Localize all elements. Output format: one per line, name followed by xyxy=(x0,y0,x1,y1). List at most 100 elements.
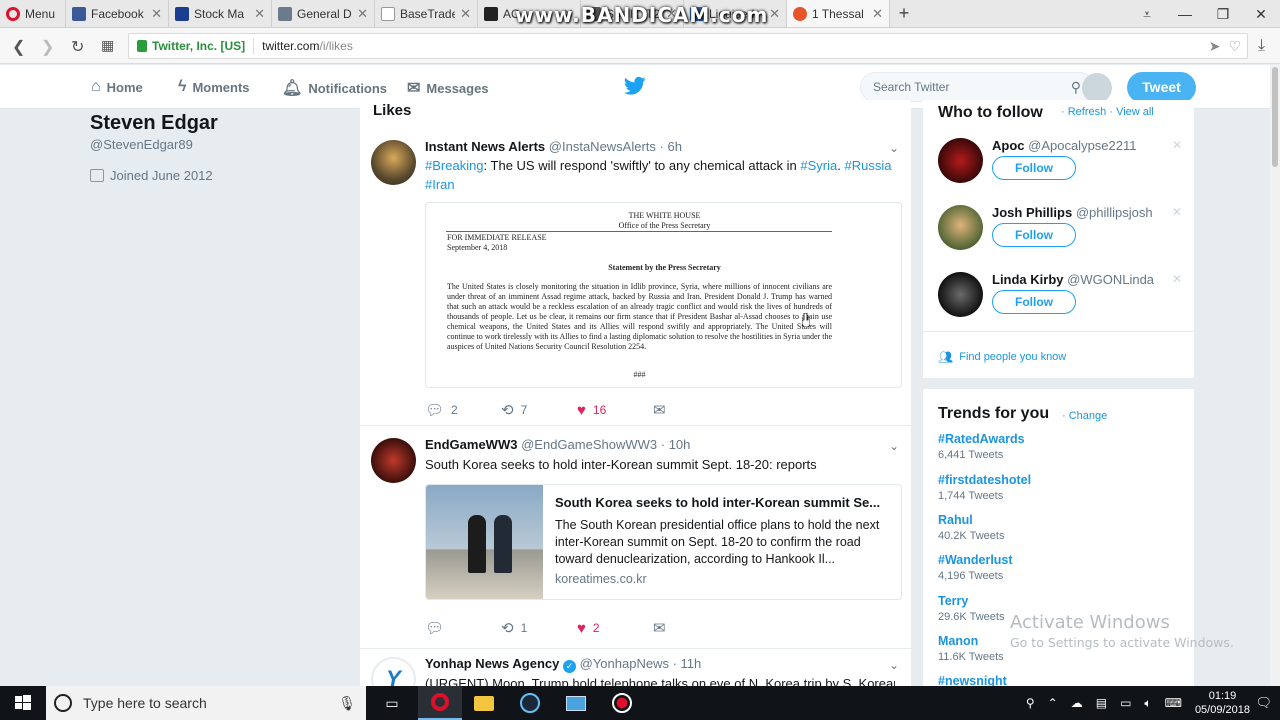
close-icon[interactable]: ✕ xyxy=(872,6,883,22)
close-icon[interactable]: ✕ xyxy=(151,6,162,22)
trends-title: Trends for you xyxy=(938,405,1050,422)
chevron-up-icon[interactable]: ⌃ xyxy=(1048,696,1058,710)
trend-item[interactable]: #firstdateshotel 1,744 Tweets xyxy=(938,473,1031,502)
download-icon[interactable]: ⤓ xyxy=(1258,37,1265,55)
follow-button[interactable]: Follow xyxy=(992,290,1076,314)
steam-icon[interactable] xyxy=(508,686,552,720)
avatar[interactable] xyxy=(938,272,983,317)
retweet-button[interactable]: ⟲ 7 xyxy=(501,401,577,419)
press-statement-image[interactable]: THE WHITE HOUSE Office of the Press Secr… xyxy=(425,202,902,388)
tweet-button[interactable]: Tweet xyxy=(1127,72,1196,103)
file-explorer-icon[interactable] xyxy=(462,686,506,720)
tweet-header: Yonhap News Agency ✓ @YonhapNews · 11h xyxy=(425,656,702,673)
close-icon[interactable]: ✕ xyxy=(769,6,780,22)
browser-tab-7[interactable]: 1 Thessal ✕ xyxy=(787,0,890,27)
follow-button[interactable]: Follow xyxy=(992,223,1076,247)
dismiss-icon[interactable]: ✕ xyxy=(1172,138,1182,152)
trend-item[interactable]: #Wanderlust 4,196 Tweets xyxy=(938,553,1013,582)
dismiss-icon[interactable]: ✕ xyxy=(1172,205,1182,219)
browser-menu-button[interactable]: Menu xyxy=(0,0,66,27)
view-all-link[interactable]: · View all xyxy=(1109,106,1153,118)
tab-menu-icon[interactable]: ⩡ xyxy=(1128,0,1166,27)
speed-dial-icon[interactable]: ▦ xyxy=(101,37,114,54)
task-view-icon[interactable]: ▭ xyxy=(370,686,414,720)
chevron-down-icon[interactable]: ⌄ xyxy=(889,141,899,155)
reply-button[interactable]: 💬︎ 2 xyxy=(425,401,501,419)
opera-logo-icon xyxy=(6,6,20,21)
dismiss-icon[interactable]: ✕ xyxy=(1172,272,1182,286)
tweet-text: #Breaking: The US will respond 'swiftly'… xyxy=(425,158,892,192)
page-scrollbar[interactable] xyxy=(1270,65,1280,686)
trend-item[interactable]: #RatedAwards 6,441 Tweets xyxy=(938,432,1025,461)
browser-tab-1[interactable]: Stock Ma ✕ xyxy=(169,0,272,27)
keyboard-icon[interactable]: ⌨ xyxy=(1165,696,1182,710)
trend-item[interactable]: Manon 11.6K Tweets xyxy=(938,634,1004,663)
retweet-icon: ⟲ xyxy=(501,620,514,637)
close-icon[interactable]: ✕ xyxy=(254,6,265,22)
profile-handle[interactable]: @StevenEdgar89 xyxy=(90,137,193,152)
find-people-link[interactable]: 👥︎ Find people you know xyxy=(938,350,1066,364)
photos-icon[interactable] xyxy=(554,686,598,720)
avatar[interactable] xyxy=(371,438,416,483)
browser-tab-3[interactable]: BaseTrade ✕ xyxy=(375,0,478,27)
tweet[interactable]: Instant News Alerts @InstaNewsAlerts · 6… xyxy=(360,130,911,426)
trend-item[interactable]: Terry 29.6K Tweets xyxy=(938,594,1004,623)
like-button[interactable]: ♥ 2 xyxy=(577,620,653,637)
taskbar-search-input[interactable]: Type here to search 🎙︎ xyxy=(46,686,366,720)
volume-icon[interactable]: 🔈︎ xyxy=(1144,696,1151,711)
page-favicon-icon xyxy=(793,6,807,21)
verified-badge-icon: ✓ xyxy=(563,660,576,673)
retweet-button[interactable]: ⟲ 1 xyxy=(501,619,577,637)
reload-icon[interactable]: ↻ xyxy=(71,37,84,57)
profile-name[interactable]: Steven Edgar xyxy=(90,112,218,135)
battery-icon[interactable]: ▭ xyxy=(1120,696,1131,710)
opera-taskbar-icon[interactable] xyxy=(418,686,462,720)
nav-moments[interactable]: ϟ Moments xyxy=(178,78,250,96)
system-tray: ⚲ ⌃ ☁ ▤ ▭ 🔈︎ ⌨ 01:19 05/09/2018 xyxy=(1026,686,1250,720)
microphone-icon[interactable]: 🎙︎ xyxy=(338,695,356,712)
dm-button[interactable]: ✉ xyxy=(653,619,729,637)
people-icon[interactable]: ⚲ xyxy=(1026,696,1035,710)
search-icon[interactable]: ⚲ xyxy=(1071,79,1081,96)
new-tab-button[interactable]: + xyxy=(890,0,918,27)
back-icon[interactable]: ❮ xyxy=(12,37,25,57)
search-input[interactable]: Search Twitter ⚲ xyxy=(860,72,1094,102)
reply-button[interactable]: 💬︎ xyxy=(425,619,501,637)
twitter-bird-icon[interactable] xyxy=(624,76,646,96)
close-window-icon[interactable]: ✕ xyxy=(1242,0,1280,27)
notifications-icon[interactable]: 🗨︎ xyxy=(1255,695,1272,711)
refresh-link[interactable]: · Refresh xyxy=(1061,106,1106,118)
send-icon[interactable]: ➤ xyxy=(1209,38,1221,55)
browser-tab-2[interactable]: General D ✕ xyxy=(272,0,375,27)
trends-change-link[interactable]: · Change xyxy=(1062,410,1107,422)
forward-icon[interactable]: ❯ xyxy=(41,37,54,57)
browser-tab-0[interactable]: Facebook ✕ xyxy=(66,0,169,27)
trend-item[interactable]: Rahul 40.2K Tweets xyxy=(938,513,1004,542)
avatar[interactable] xyxy=(371,140,416,185)
avatar[interactable] xyxy=(938,138,983,183)
avatar[interactable] xyxy=(1082,73,1112,103)
like-button[interactable]: ♥ 16 xyxy=(577,402,653,419)
link-card[interactable]: South Korea seeks to hold inter-Korean s… xyxy=(425,484,902,600)
scrollbar-thumb[interactable] xyxy=(1272,67,1278,167)
network-icon[interactable]: ▤ xyxy=(1096,696,1107,710)
close-icon[interactable]: ✕ xyxy=(460,6,471,22)
minimize-icon[interactable]: — xyxy=(1166,0,1204,27)
close-icon[interactable]: ✕ xyxy=(357,6,368,22)
nav-notifications[interactable]: 🔔︎ Notifications xyxy=(282,78,387,98)
windows-start-icon[interactable] xyxy=(0,686,46,720)
url-field[interactable]: Twitter, Inc. [US] twitter.com /i/likes … xyxy=(128,33,1248,59)
dm-button[interactable]: ✉ xyxy=(653,401,729,419)
avatar[interactable] xyxy=(938,205,983,250)
taskbar-clock[interactable]: 01:19 05/09/2018 xyxy=(1195,689,1250,717)
nav-messages[interactable]: ✉ Messages xyxy=(407,78,489,98)
chevron-down-icon[interactable]: ⌄ xyxy=(889,658,899,672)
chevron-down-icon[interactable]: ⌄ xyxy=(889,439,899,453)
nav-home[interactable]: ⌂ Home xyxy=(91,78,143,96)
bandicam-icon[interactable] xyxy=(600,686,644,720)
cloud-icon[interactable]: ☁ xyxy=(1071,696,1083,710)
follow-button[interactable]: Follow xyxy=(992,156,1076,180)
maximize-icon[interactable]: ❐ xyxy=(1204,0,1242,27)
bookmark-heart-icon[interactable]: ♡ xyxy=(1228,38,1241,55)
tweet[interactable]: Y Yonhap News Agency ✓ @YonhapNews · 11h… xyxy=(360,650,911,690)
